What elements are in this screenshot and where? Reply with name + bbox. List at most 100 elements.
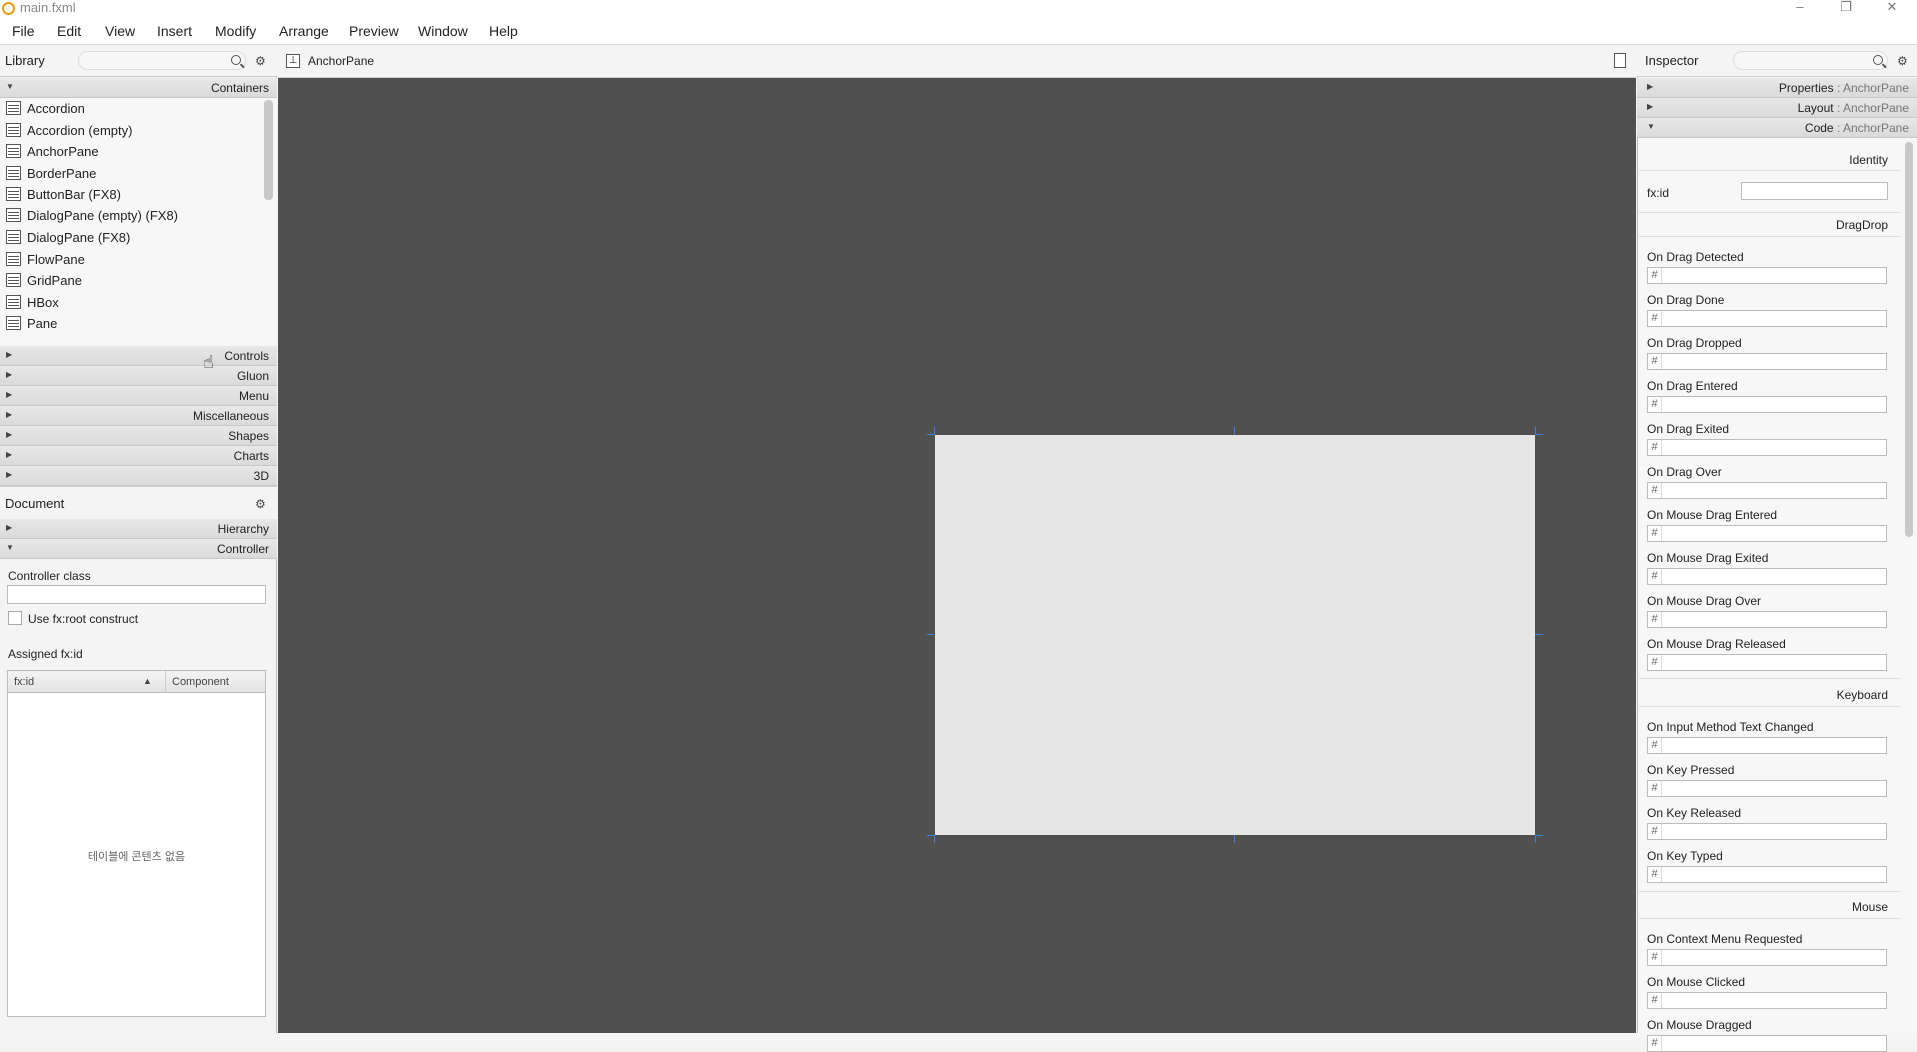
list-item[interactable]: Pane [0, 313, 262, 334]
section-sublabel: : AnchorPane [1833, 81, 1909, 95]
event-handler-input[interactable]: # [1647, 823, 1887, 840]
event-handler-input[interactable]: # [1647, 482, 1887, 499]
event-handler-input[interactable]: # [1647, 439, 1887, 456]
menu-edit[interactable]: Edit [57, 23, 81, 39]
menu-preview[interactable]: Preview [349, 23, 399, 39]
accordion-icon [6, 123, 21, 137]
inspector-header: Inspector ⚙ [1637, 45, 1917, 77]
event-handler-input[interactable]: # [1647, 1035, 1887, 1052]
list-item[interactable]: FlowPane [0, 249, 262, 270]
list-item[interactable]: HBox [0, 292, 262, 313]
list-scrollbar[interactable] [264, 100, 273, 200]
event-handler-input[interactable]: # [1647, 267, 1887, 284]
menu-modify[interactable]: Modify [215, 23, 256, 39]
menu-window[interactable]: Window [418, 23, 468, 39]
controller-class-input[interactable] [7, 585, 266, 604]
gridpane-icon [6, 273, 21, 287]
inspector-scrollbar[interactable] [1905, 142, 1913, 537]
content-canvas[interactable] [278, 78, 1636, 1033]
section-label: Properties [1778, 81, 1834, 95]
resize-handle[interactable] [927, 634, 935, 635]
resize-handle[interactable] [1535, 835, 1536, 843]
resize-handle[interactable] [1234, 427, 1235, 435]
event-handler-input[interactable]: # [1647, 396, 1887, 413]
hash-prefix: # [1648, 268, 1662, 283]
anchorpane-preview[interactable] [935, 435, 1535, 835]
resize-handle[interactable] [1535, 434, 1543, 435]
list-item[interactable]: Accordion (empty) [0, 120, 262, 141]
event-handler-input[interactable]: # [1647, 568, 1887, 585]
library-header: Library ⚙ [0, 45, 277, 77]
list-item[interactable]: Accordion [0, 98, 262, 119]
section-hierarchy[interactable]: ▶ Hierarchy [0, 519, 277, 539]
section-charts[interactable]: ▶ Charts [0, 446, 277, 466]
section-controls[interactable]: ▶ Controls [0, 346, 277, 366]
list-item[interactable]: DialogPane (empty) (FX8) [0, 205, 262, 226]
flowpane-icon [6, 252, 21, 266]
column-header-fxid[interactable]: fx:id [14, 676, 34, 688]
menu-help[interactable]: Help [489, 23, 518, 39]
close-button[interactable]: ✕ [1872, 0, 1912, 17]
hash-prefix: # [1648, 397, 1662, 412]
section-properties[interactable]: ▶ Properties : AnchorPane [1637, 78, 1917, 98]
use-root-checkbox[interactable] [8, 611, 22, 625]
hash-prefix: # [1648, 311, 1662, 326]
section-miscellaneous[interactable]: ▶ Miscellaneous [0, 406, 277, 426]
event-handler-input[interactable]: # [1647, 310, 1887, 327]
column-header-component[interactable]: Component [172, 676, 229, 688]
hbox-icon [6, 295, 21, 309]
chevron-right-icon: ▶ [6, 350, 13, 359]
section-layout[interactable]: ▶ Layout : AnchorPane [1637, 98, 1917, 118]
resize-handle[interactable] [1234, 835, 1235, 843]
gear-icon[interactable]: ⚙ [1897, 54, 1908, 68]
library-search-input[interactable] [78, 51, 246, 70]
event-handler-input[interactable]: # [1647, 654, 1887, 671]
event-label: On Drag Over [1647, 465, 1722, 479]
search-icon [1873, 55, 1883, 65]
restore-button[interactable]: ❐ [1826, 0, 1866, 17]
fxid-input[interactable] [1741, 182, 1888, 200]
menu-arrange[interactable]: Arrange [279, 23, 329, 39]
menu-view[interactable]: View [105, 23, 135, 39]
section-containers[interactable]: ▼ Containers [0, 78, 277, 98]
section-controller[interactable]: ▼ Controller [0, 539, 277, 559]
inspector-search-input[interactable] [1733, 51, 1888, 70]
resize-handle[interactable] [1535, 634, 1543, 635]
event-handler-input[interactable]: # [1647, 866, 1887, 883]
resize-handle[interactable] [1535, 427, 1536, 435]
section-menu[interactable]: ▶ Menu [0, 386, 277, 406]
resize-handle[interactable] [1535, 835, 1543, 836]
menu-file[interactable]: File [12, 23, 35, 39]
section-shapes[interactable]: ▶ Shapes [0, 426, 277, 446]
library-list: Accordion Accordion (empty) AnchorPane B… [0, 98, 277, 346]
section-3d[interactable]: ▶ 3D [0, 466, 277, 486]
section-code[interactable]: ▼ Code : AnchorPane [1637, 118, 1917, 138]
event-handler-input[interactable]: # [1647, 737, 1887, 754]
breadcrumb-bar: ⊥ AnchorPane [278, 45, 1636, 78]
list-item[interactable]: ButtonBar (FX8) [0, 184, 262, 205]
menu-insert[interactable]: Insert [157, 23, 192, 39]
list-item[interactable]: GridPane [0, 270, 262, 291]
resize-handle[interactable] [934, 835, 935, 843]
table-header: fx:id ▲ Component [8, 671, 265, 693]
gear-icon[interactable]: ⚙ [255, 497, 266, 511]
event-handler-input[interactable]: # [1647, 611, 1887, 628]
event-handler-input[interactable]: # [1647, 353, 1887, 370]
event-handler-input[interactable]: # [1647, 949, 1887, 966]
chevron-right-icon: ▶ [1647, 82, 1654, 91]
gear-icon[interactable]: ⚙ [255, 54, 266, 68]
event-handler-input[interactable]: # [1647, 992, 1887, 1009]
section-label: Code [1804, 121, 1834, 135]
list-item[interactable]: BorderPane [0, 163, 262, 184]
event-label: On Drag Dropped [1647, 336, 1742, 350]
list-item[interactable]: DialogPane (FX8) [0, 227, 262, 248]
document-icon[interactable] [1614, 53, 1626, 68]
list-item[interactable]: AnchorPane [0, 141, 262, 162]
breadcrumb[interactable]: AnchorPane [308, 54, 374, 68]
section-gluon[interactable]: ▶ Gluon [0, 366, 277, 386]
minimize-button[interactable]: – [1780, 0, 1820, 17]
event-handler-input[interactable]: # [1647, 525, 1887, 542]
event-label: On Drag Done [1647, 293, 1725, 307]
event-handler-input[interactable]: # [1647, 780, 1887, 797]
resize-handle[interactable] [934, 427, 935, 435]
